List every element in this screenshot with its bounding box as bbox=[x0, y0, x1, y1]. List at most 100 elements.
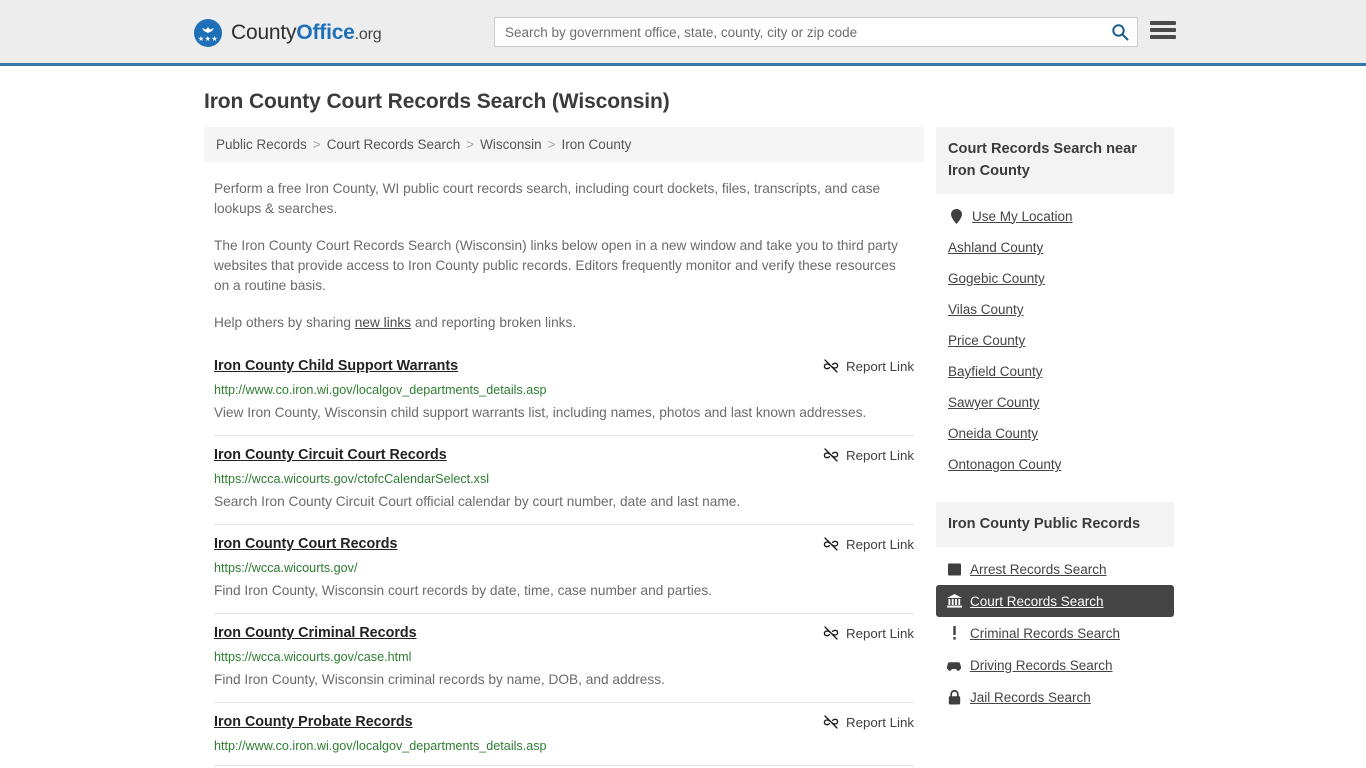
sidebar-item-sawyer-county[interactable]: Sawyer County bbox=[936, 387, 1174, 418]
new-links-link[interactable]: new links bbox=[355, 315, 411, 330]
sidebar-item-label: Sawyer County bbox=[948, 395, 1040, 410]
public-records-box: Iron County Public Records Arrest Record… bbox=[936, 502, 1174, 713]
sidebar-item-driving-records-search[interactable]: Driving Records Search bbox=[936, 649, 1174, 681]
result-url: https://wcca.wicourts.gov/case.html bbox=[214, 650, 412, 664]
result-item: Iron County Court Records Report Link ht… bbox=[214, 525, 914, 614]
result-url: https://wcca.wicourts.gov/ bbox=[214, 561, 358, 575]
result-header: Iron County Court Records Report Link bbox=[214, 535, 914, 554]
result-title-link[interactable]: Iron County Child Support Warrants bbox=[214, 357, 458, 376]
nearby-searches-box: Court Records Search near Iron County Us… bbox=[936, 127, 1174, 480]
site-logo-text: CountyOffice.org bbox=[231, 21, 382, 45]
result-title-link[interactable]: Iron County Circuit Court Records bbox=[214, 446, 447, 465]
report-link-button[interactable]: Report Link bbox=[823, 535, 914, 552]
brand-part-1: County bbox=[231, 21, 297, 44]
report-link-button[interactable]: Report Link bbox=[823, 624, 914, 641]
sidebar-item-label: Criminal Records Search bbox=[970, 625, 1121, 641]
sidebar-item-label: Jail Records Search bbox=[970, 689, 1091, 705]
breadcrumb-separator: > bbox=[466, 137, 475, 152]
sidebar-item-gogebic-county[interactable]: Gogebic County bbox=[936, 263, 1174, 294]
broken-link-icon bbox=[823, 626, 839, 640]
result-item: Iron County Child Support Warrants Repor… bbox=[214, 353, 914, 436]
sidebar-item-label: Bayfield County bbox=[948, 364, 1043, 379]
public-records-list: Arrest Records Search Court Records Sear… bbox=[936, 547, 1174, 713]
sidebar-item-price-county[interactable]: Price County bbox=[936, 325, 1174, 356]
main-column: Public Records > Court Records Search > … bbox=[204, 127, 924, 766]
menu-bar-1 bbox=[1150, 21, 1176, 25]
result-header: Iron County Circuit Court Records Report… bbox=[214, 446, 914, 465]
broken-link-icon bbox=[823, 537, 839, 551]
nearby-list: Use My Location Ashland County Gogebic C… bbox=[936, 194, 1174, 480]
eagle-glyph bbox=[202, 27, 214, 33]
site-logo[interactable]: ★★★ CountyOffice.org bbox=[194, 19, 382, 47]
sidebar-item-ontonagon-county[interactable]: Ontonagon County bbox=[936, 449, 1174, 480]
sidebar-item-label: Vilas County bbox=[948, 302, 1024, 317]
result-url: http://www.co.iron.wi.gov/localgov_depar… bbox=[214, 383, 547, 397]
menu-bar-3 bbox=[1150, 35, 1176, 39]
result-description: Find Iron County, Wisconsin court record… bbox=[214, 583, 713, 598]
search-input[interactable] bbox=[495, 18, 1103, 46]
result-header: Iron County Child Support Warrants Repor… bbox=[214, 357, 914, 376]
sidebar-item-criminal-records-search[interactable]: Criminal Records Search bbox=[936, 617, 1174, 649]
report-link-button[interactable]: Report Link bbox=[823, 446, 914, 463]
breadcrumb-separator: > bbox=[312, 137, 321, 152]
result-title-link[interactable]: Iron County Court Records bbox=[214, 535, 397, 554]
padlock-icon bbox=[946, 689, 962, 705]
report-link-label: Report Link bbox=[846, 447, 914, 463]
report-link-button[interactable]: Report Link bbox=[823, 357, 914, 374]
report-link-label: Report Link bbox=[846, 714, 914, 730]
map-pin-icon bbox=[948, 208, 964, 224]
result-url: https://wcca.wicourts.gov/ctofcCalendarS… bbox=[214, 472, 490, 486]
report-link-label: Report Link bbox=[846, 536, 914, 552]
breadcrumb-item-3[interactable]: Iron County bbox=[562, 137, 632, 152]
sidebar-item-vilas-county[interactable]: Vilas County bbox=[936, 294, 1174, 325]
page-container: Iron County Court Records Search (Wiscon… bbox=[0, 90, 1366, 766]
breadcrumb-item-2[interactable]: Wisconsin bbox=[480, 137, 542, 152]
site-header: ★★★ CountyOffice.org bbox=[0, 0, 1366, 66]
hamburger-menu-icon[interactable] bbox=[1150, 19, 1176, 41]
eagle-shield-icon: ★★★ bbox=[194, 19, 222, 47]
stars-glyph: ★★★ bbox=[197, 36, 219, 43]
page-title: Iron County Court Records Search (Wiscon… bbox=[204, 90, 670, 113]
broken-link-icon bbox=[823, 448, 839, 462]
sidebar-item-arrest-records-search[interactable]: Arrest Records Search bbox=[936, 553, 1174, 585]
sidebar-item-label: Price County bbox=[948, 333, 1026, 348]
intro-paragraph-3: Help others by sharing new links and rep… bbox=[214, 313, 914, 333]
sidebar-item-label: Driving Records Search bbox=[970, 657, 1113, 673]
sidebar-item-oneida-county[interactable]: Oneida County bbox=[936, 418, 1174, 449]
menu-bar-2 bbox=[1150, 28, 1176, 32]
sidebar-item-label: Arrest Records Search bbox=[970, 561, 1107, 577]
search-button[interactable] bbox=[1103, 18, 1137, 46]
intro-paragraph-2: The Iron County Court Records Search (Wi… bbox=[214, 238, 898, 293]
public-records-heading: Iron County Public Records bbox=[936, 502, 1174, 547]
result-url: http://www.co.iron.wi.gov/localgov_depar… bbox=[214, 739, 547, 753]
intro-p3-before: Help others by sharing bbox=[214, 315, 355, 330]
report-link-label: Report Link bbox=[846, 625, 914, 641]
result-description: View Iron County, Wisconsin child suppor… bbox=[214, 405, 867, 420]
sidebar-item-label: Court Records Search bbox=[970, 593, 1104, 609]
intro-p3-after: and reporting broken links. bbox=[411, 315, 577, 330]
sidebar-item-label: Ontonagon County bbox=[948, 457, 1062, 472]
sidebar-item-bayfield-county[interactable]: Bayfield County bbox=[936, 356, 1174, 387]
sidebar-item-label: Gogebic County bbox=[948, 271, 1045, 286]
sidebar-item-jail-records-search[interactable]: Jail Records Search bbox=[936, 681, 1174, 713]
result-title-link[interactable]: Iron County Probate Records bbox=[214, 713, 413, 732]
result-header: Iron County Probate Records Report Link bbox=[214, 713, 914, 732]
sidebar-item-label: Ashland County bbox=[948, 240, 1044, 255]
search-bar[interactable] bbox=[494, 17, 1138, 47]
breadcrumb-item-0[interactable]: Public Records bbox=[216, 137, 307, 152]
breadcrumb-item-1[interactable]: Court Records Search bbox=[327, 137, 461, 152]
nearby-heading: Court Records Search near Iron County bbox=[936, 127, 1174, 194]
brand-part-2: Office bbox=[296, 21, 355, 44]
sidebar-item-court-records-search[interactable]: Court Records Search bbox=[936, 585, 1174, 617]
intro-text: Perform a free Iron County, WI public co… bbox=[204, 179, 924, 333]
broken-link-icon bbox=[823, 359, 839, 373]
result-item: Iron County Circuit Court Records Report… bbox=[214, 436, 914, 525]
result-title-link[interactable]: Iron County Criminal Records bbox=[214, 624, 417, 643]
sidebar-item-ashland-county[interactable]: Ashland County bbox=[936, 232, 1174, 263]
report-link-label: Report Link bbox=[846, 358, 914, 374]
exclamation-icon bbox=[946, 625, 962, 641]
sidebar-item-use-my-location[interactable]: Use My Location bbox=[936, 200, 1174, 232]
broken-link-icon bbox=[823, 715, 839, 729]
report-link-button[interactable]: Report Link bbox=[823, 713, 914, 730]
result-item: Iron County Probate Records Report Link … bbox=[214, 703, 914, 766]
